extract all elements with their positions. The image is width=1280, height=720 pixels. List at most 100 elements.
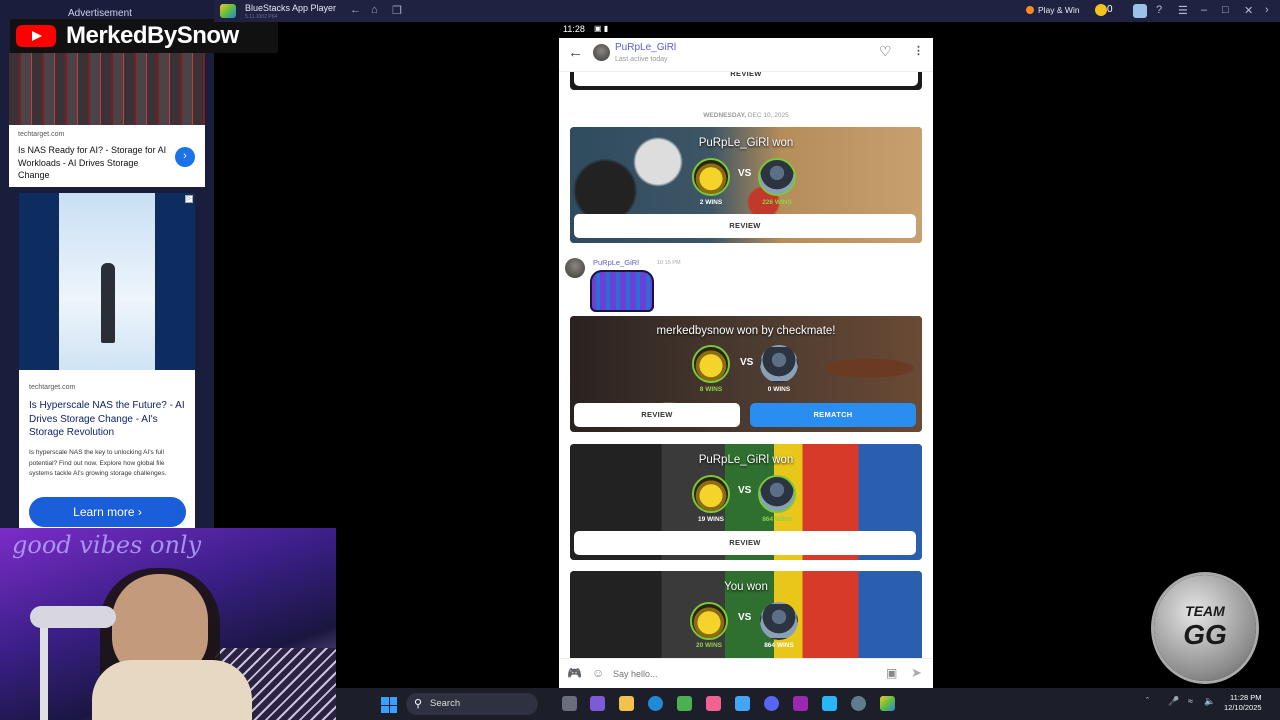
chat-feed[interactable]: REVIEW WEDNESDAY, DEC 10, 2025 PuRpLe_Gi… — [559, 72, 933, 658]
volume-icon[interactable]: 🔈 — [1204, 696, 1215, 707]
ad-card-nas[interactable]: techtarget.com Is NAS Ready for AI? - St… — [9, 53, 205, 187]
back-arrow-icon[interactable]: ← — [568, 44, 583, 61]
play-and-win-button[interactable]: Play & Win — [1026, 5, 1080, 15]
rematch-button[interactable]: REMATCH — [750, 403, 916, 427]
contact-avatar[interactable] — [593, 44, 610, 61]
bluestacks-title-bar: BlueStacks App Player 5.11.1002 P64 ← ⌂ … — [214, 0, 1280, 22]
player-avatar-left — [690, 602, 728, 640]
channel-badge: MerkedBySnow — [10, 19, 278, 53]
search-icon: ⚲ — [414, 698, 423, 710]
game-controller-icon[interactable]: 🎮 — [567, 666, 582, 680]
learn-more-button[interactable]: Learn more › — [29, 497, 186, 527]
vs-label: VS — [738, 612, 752, 623]
app-title: BlueStacks App Player — [245, 3, 337, 13]
microphone — [30, 606, 116, 628]
youtube-icon — [16, 25, 56, 47]
game-card: You won VS 20 WINS 864 WINS — [570, 571, 922, 658]
home-icon[interactable]: ⌂ — [371, 4, 378, 16]
more-options-icon[interactable]: ⋮ — [913, 44, 924, 57]
sticker-icon[interactable]: ☺ — [592, 666, 604, 680]
cat-sticker[interactable] — [590, 270, 654, 312]
obs-icon[interactable] — [851, 696, 866, 711]
team-logo-top: TEAM — [1185, 603, 1225, 619]
bluestacks-icon[interactable] — [880, 696, 895, 711]
windows-start-icon[interactable] — [381, 697, 397, 713]
ad-image-server-room — [9, 53, 205, 125]
channel-name: MerkedBySnow — [66, 22, 239, 49]
review-button[interactable]: REVIEW — [574, 214, 916, 238]
photos-icon[interactable] — [822, 696, 837, 711]
ad-domain: techtarget.com — [18, 131, 65, 138]
ad-image-datacenter — [19, 193, 195, 370]
chevron-up-icon[interactable]: ˆ — [1146, 696, 1149, 706]
game-result: PuRpLe_GiRl won — [698, 454, 794, 466]
gif-icon[interactable]: ▣ — [886, 666, 897, 680]
player-avatar-right — [760, 345, 798, 383]
ad-card-hyperscale[interactable]: ▷ techtarget.com Is Hyperscale NAS the F… — [19, 193, 195, 528]
businessman-figure — [101, 263, 115, 343]
store-icon[interactable] — [677, 696, 692, 711]
wifi-icon[interactable]: ≈ — [1188, 696, 1193, 706]
review-button[interactable]: REVIEW — [574, 72, 918, 86]
search-label: Search — [430, 698, 461, 709]
coin-count: 0 — [1107, 4, 1113, 15]
task-view-icon[interactable] — [562, 696, 577, 711]
player-avatar-right — [758, 158, 796, 196]
status-time: 11:28 — [563, 24, 585, 34]
sender-avatar[interactable] — [565, 258, 585, 278]
file-explorer-icon[interactable] — [619, 696, 634, 711]
close-icon[interactable]: ✕ — [1244, 4, 1253, 17]
microphone-icon[interactable]: 🎤 — [1168, 696, 1179, 707]
multi-instance-icon[interactable]: ❐ — [392, 4, 402, 17]
vs-label: VS — [738, 168, 752, 179]
review-button[interactable]: REVIEW — [574, 403, 740, 427]
sender-name: PuRpLe_GiRl — [593, 258, 639, 267]
game-card: merkedbysnow won by checkmate! VS 8 WINS… — [570, 316, 922, 432]
chat-header: ← PuRpLe_GiRl Last active today ♡ ⋮ — [559, 38, 933, 72]
review-button[interactable]: REVIEW — [574, 531, 916, 555]
app-version: 5.11.1002 P64 — [245, 14, 278, 20]
message-input[interactable] — [613, 665, 873, 683]
send-icon[interactable]: ➤ — [911, 665, 922, 681]
taskbar-clock[interactable]: 11:28 PM 12/10/2025 — [1224, 693, 1262, 713]
bluestacks-logo-icon — [220, 4, 236, 18]
wins-right: 0 WINS — [767, 386, 791, 393]
game-result: merkedbysnow won by checkmate! — [656, 325, 836, 337]
play-win-label: Play & Win — [1038, 5, 1080, 15]
teams-icon[interactable] — [590, 696, 605, 711]
discord-icon[interactable] — [764, 696, 779, 711]
heart-icon[interactable]: ♡ — [879, 43, 892, 60]
maximize-icon[interactable]: □ — [1222, 4, 1229, 16]
vs-label: VS — [738, 485, 752, 496]
chevron-right-icon[interactable]: › — [175, 147, 195, 167]
app-icon[interactable] — [793, 696, 808, 711]
wins-right: 864 WINS — [764, 642, 794, 649]
adchoices-icon[interactable]: ▷ — [185, 195, 193, 203]
edge-icon[interactable] — [648, 696, 663, 711]
sidebar-toggle-icon[interactable]: › — [1265, 4, 1269, 16]
taskbar-search[interactable]: ⚲ Search — [406, 693, 538, 715]
account-avatar-icon[interactable] — [1133, 4, 1147, 18]
menu-icon[interactable]: ☰ — [1178, 4, 1188, 17]
android-status-bar: 11:28 ▣ ▮ — [559, 22, 933, 38]
copilot-icon[interactable] — [735, 696, 750, 711]
wins-right: 226 WINS — [762, 199, 792, 206]
webcam-overlay: good vibes only — [0, 528, 336, 720]
team-logo-bottom: GG — [1183, 619, 1227, 650]
wins-left: 20 WINS — [695, 642, 722, 649]
desktop-screen: Advertisement techtarget.com Is NAS Read… — [0, 0, 1280, 720]
player-avatar-left — [692, 345, 730, 383]
help-icon[interactable]: ? — [1156, 4, 1162, 16]
game-card: PuRpLe_GiRl won VS 19 WINS 864 WINS REVI… — [570, 444, 922, 560]
ad-headline[interactable]: Is NAS Ready for AI? - Storage for AI Wo… — [18, 144, 168, 182]
trophy-icon — [1026, 6, 1034, 14]
app-icon[interactable] — [706, 696, 721, 711]
player-avatar-right — [758, 475, 796, 513]
android-screen: 11:28 ▣ ▮ ← PuRpLe_GiRl Last active toda… — [559, 22, 933, 688]
ad-description: Is hyperscale NAS the key to unlocking A… — [29, 449, 167, 477]
game-result: You won — [724, 581, 768, 593]
minimize-icon[interactable]: – — [1201, 4, 1207, 16]
contact-name[interactable]: PuRpLe_GiRl — [615, 42, 676, 53]
back-arrow-icon[interactable]: ← — [350, 4, 361, 16]
ad-headline[interactable]: Is Hyperscale NAS the Future? - AI Drive… — [29, 399, 189, 440]
